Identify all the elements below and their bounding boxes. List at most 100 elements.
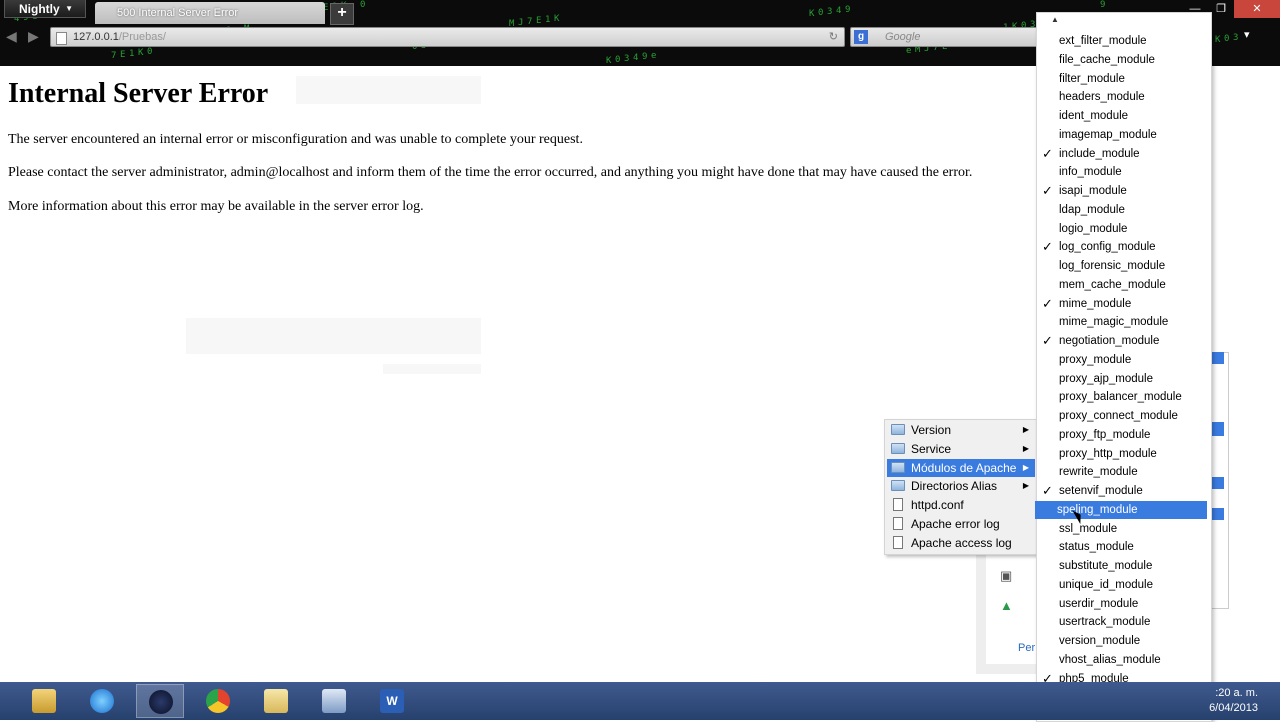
module-menu-item[interactable]: filter_module xyxy=(1037,70,1209,88)
module-label: proxy_module xyxy=(1059,353,1132,366)
context-menu-item-label: Apache error log xyxy=(911,517,1000,531)
module-menu-item[interactable]: log_forensic_module xyxy=(1037,257,1209,275)
module-menu-item[interactable]: info_module xyxy=(1037,163,1209,181)
context-menu-item[interactable]: Directorios Alias ▶ xyxy=(887,477,1035,495)
module-menu-item[interactable]: vhost_alias_module xyxy=(1037,651,1209,669)
checkmark-icon: ✓ xyxy=(1042,295,1053,311)
module-menu-item[interactable]: ✓ isapi_module xyxy=(1037,182,1209,200)
reload-icon[interactable]: ↻ xyxy=(829,28,838,46)
module-menu-item[interactable]: ldap_module xyxy=(1037,201,1209,219)
module-menu-item[interactable]: proxy_ajp_module xyxy=(1037,370,1209,388)
context-menu-item[interactable]: Módulos de Apache ▶ xyxy=(887,458,1035,477)
module-menu-item[interactable]: ssl_module xyxy=(1037,520,1209,538)
flyout-link[interactable]: Per xyxy=(1018,642,1035,654)
close-window-button[interactable]: ✕ xyxy=(1234,0,1280,18)
module-label: usertrack_module xyxy=(1059,616,1151,629)
folder-icon xyxy=(264,689,288,713)
module-label: proxy_ajp_module xyxy=(1059,372,1153,385)
url-bar[interactable]: 127.0.0.1/Pruebas/ ↻ xyxy=(50,27,845,47)
forward-arrow-icon[interactable]: ▶ xyxy=(28,28,39,45)
module-menu-item[interactable]: file_cache_module xyxy=(1037,51,1209,69)
search-input[interactable]: g Google xyxy=(850,27,1040,47)
tray-app-icon[interactable]: ▣ xyxy=(1000,568,1012,584)
module-menu-item[interactable]: speling_module xyxy=(1035,500,1207,519)
module-menu-item[interactable]: ✓ include_module xyxy=(1037,145,1209,163)
module-menu-item[interactable]: unique_id_module xyxy=(1037,576,1209,594)
module-menu-item[interactable]: substitute_module xyxy=(1037,557,1209,575)
module-menu-item[interactable]: proxy_balancer_module xyxy=(1037,388,1209,406)
drive-icon[interactable]: ▲ xyxy=(1000,598,1013,613)
taskbar-folder[interactable] xyxy=(252,684,300,718)
module-label: proxy_http_module xyxy=(1059,447,1157,460)
matrix-glyph: 0 xyxy=(1224,34,1230,44)
tab-current[interactable]: 500 Internal Server Error xyxy=(95,2,325,24)
module-menu-item[interactable]: ✓ negotiation_module xyxy=(1037,332,1209,350)
background-highlight xyxy=(1210,477,1224,489)
context-menu-item[interactable]: httpd.conf xyxy=(887,496,1035,514)
taskbar-internet-explorer[interactable] xyxy=(78,684,126,718)
module-menu-item[interactable]: proxy_http_module xyxy=(1037,445,1209,463)
google-search-engine-icon[interactable]: g xyxy=(854,30,868,44)
faded-ghost-block xyxy=(383,364,481,374)
checkmark-icon: ✓ xyxy=(1042,145,1053,161)
nightly-menu-button[interactable]: Nightly ▼ xyxy=(4,0,86,18)
taskbar-file-explorer[interactable] xyxy=(20,684,68,718)
apache-modules-submenu: ▲ ▼ ext_filter_modulefile_cache_modulefi… xyxy=(1035,12,1212,722)
module-menu-item[interactable]: mem_cache_module xyxy=(1037,276,1209,294)
new-tab-button[interactable]: + xyxy=(330,3,354,25)
module-menu-item[interactable]: rewrite_module xyxy=(1037,463,1209,481)
module-menu-item[interactable]: ident_module xyxy=(1037,107,1209,125)
error-paragraph-3: More information about this error may be… xyxy=(8,199,424,214)
module-label: logio_module xyxy=(1059,222,1128,235)
matrix-glyph: 4 xyxy=(633,53,639,63)
taskbar-word[interactable]: W xyxy=(368,684,416,718)
module-menu-item[interactable]: logio_module xyxy=(1037,220,1209,238)
module-label: proxy_balancer_module xyxy=(1059,391,1182,404)
module-menu-item[interactable]: proxy_ftp_module xyxy=(1037,426,1209,444)
file-icon xyxy=(893,498,903,512)
module-menu-item[interactable]: version_module xyxy=(1037,632,1209,650)
module-menu-item[interactable]: userdir_module xyxy=(1037,595,1209,613)
taskbar-virtualbox[interactable] xyxy=(310,684,358,718)
matrix-glyph: E xyxy=(536,16,542,26)
matrix-glyph: 0 xyxy=(615,55,621,65)
matrix-glyph: E xyxy=(120,50,126,60)
module-menu-item[interactable]: ext_filter_module xyxy=(1037,32,1209,50)
taskbar-firefox-nightly[interactable] xyxy=(136,684,184,718)
module-menu-item[interactable]: mime_magic_module xyxy=(1037,313,1209,331)
context-menu-item[interactable]: Version ▶ xyxy=(887,421,1035,439)
context-menu-item[interactable]: Apache error log xyxy=(887,515,1035,533)
matrix-glyph: e xyxy=(906,46,912,56)
context-menu-item[interactable]: Service ▶ xyxy=(887,440,1035,458)
module-menu-item[interactable]: ✓ log_config_module xyxy=(1037,238,1209,256)
module-label: unique_id_module xyxy=(1059,578,1153,591)
system-clock[interactable]: :20 a. m. 6/04/2013 xyxy=(1209,686,1258,716)
url-host: 127.0.0.1 xyxy=(73,31,119,43)
file-explorer-icon xyxy=(32,689,56,713)
module-menu-item[interactable]: ✓ mime_module xyxy=(1037,295,1209,313)
back-arrow-icon[interactable]: ◀ xyxy=(6,28,17,45)
context-menu-item-label: Apache access log xyxy=(911,535,1012,550)
matrix-glyph: 3 xyxy=(827,7,833,17)
module-menu-item[interactable]: headers_module xyxy=(1037,88,1209,106)
submenu-arrow-icon: ▶ xyxy=(1022,425,1029,434)
chevron-down-icon: ▼ xyxy=(65,4,73,13)
context-menu-item-label: httpd.conf xyxy=(911,498,964,513)
scroll-up-icon[interactable]: ▲ xyxy=(1051,15,1059,24)
module-menu-item[interactable]: usertrack_module xyxy=(1037,613,1209,631)
module-label: mime_module xyxy=(1059,297,1132,310)
context-menu-item[interactable]: Apache access log xyxy=(887,534,1035,552)
module-label: ident_module xyxy=(1059,110,1129,122)
module-label: log_forensic_module xyxy=(1059,260,1166,272)
module-label: info_module xyxy=(1059,166,1122,179)
toolbar-overflow-icon[interactable]: ▾ xyxy=(1244,28,1250,41)
submenu-arrow-icon: ▶ xyxy=(1022,462,1029,472)
clock-date: 6/04/2013 xyxy=(1209,702,1258,714)
module-menu-item[interactable]: imagemap_module xyxy=(1037,126,1209,144)
module-menu-item[interactable]: proxy_module xyxy=(1037,351,1209,369)
module-menu-item[interactable]: proxy_connect_module xyxy=(1037,407,1209,425)
module-menu-item[interactable]: ✓ setenvif_module xyxy=(1037,482,1209,500)
taskbar-chrome[interactable] xyxy=(194,684,242,718)
search-placeholder: Google xyxy=(885,31,921,43)
module-menu-item[interactable]: status_module xyxy=(1037,538,1209,556)
